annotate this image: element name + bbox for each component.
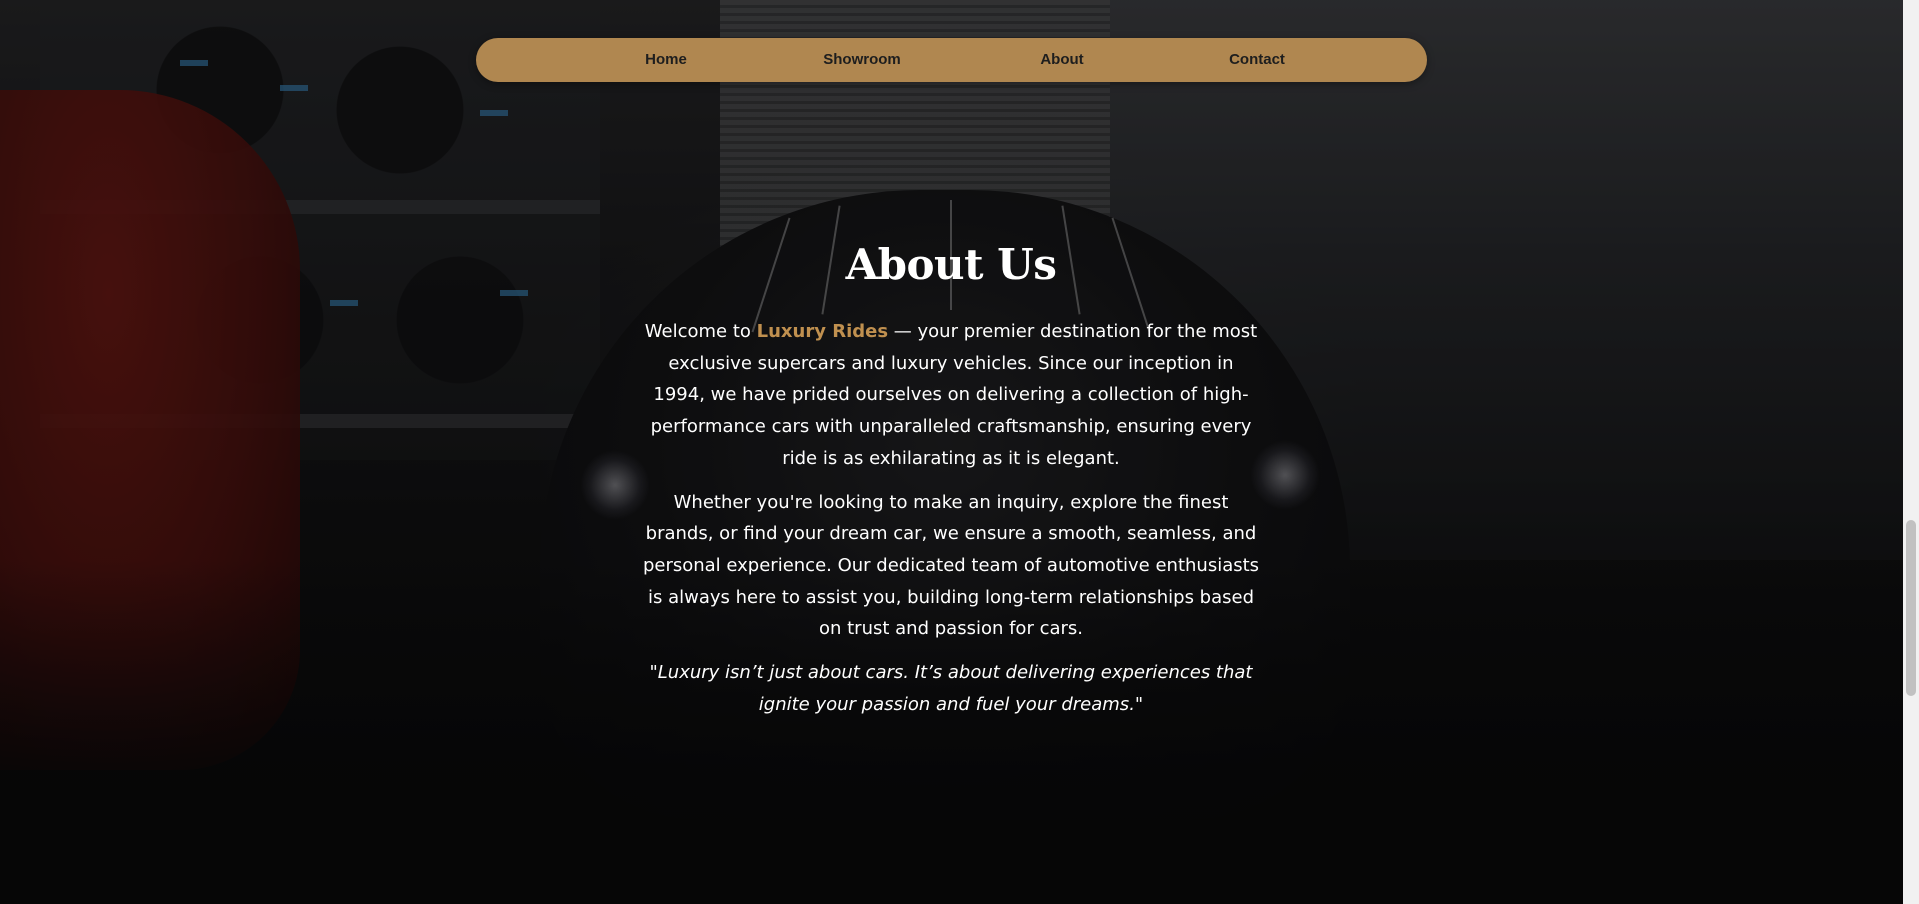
brand-quote: "Luxury isn’t just about cars. It’s abou… [649, 662, 1253, 715]
tire-stripe [330, 300, 358, 306]
nav-link-showroom[interactable]: Showroom [823, 38, 901, 82]
brand-name: Luxury Rides [756, 321, 889, 342]
nav-link-about[interactable]: About [1040, 38, 1083, 82]
intro-prefix: Welcome to [644, 321, 757, 342]
tire-stripe [180, 60, 208, 66]
intro-paragraph: Welcome to Luxury Rides — your premier d… [640, 316, 1262, 475]
page-title: About Us [845, 240, 1057, 289]
scrollbar[interactable] [1903, 0, 1919, 904]
about-page: Home Showroom About Contact About Us Wel… [0, 0, 1919, 904]
nav-link-home[interactable]: Home [645, 38, 687, 82]
covered-car-background [0, 90, 300, 770]
scrollbar-thumb[interactable] [1906, 520, 1916, 696]
nav-link-contact[interactable]: Contact [1229, 38, 1285, 82]
experience-paragraph: Whether you're looking to make an inquir… [642, 491, 1260, 640]
main-navbar: Home Showroom About Contact [476, 38, 1427, 82]
intro-suffix: — your premier destination for the most … [650, 321, 1258, 469]
tire-stripe [480, 110, 508, 116]
tire-stripe [500, 290, 528, 296]
about-section: About Us Welcome to Luxury Rides — your … [640, 232, 1262, 732]
tire-stripe [280, 85, 308, 91]
